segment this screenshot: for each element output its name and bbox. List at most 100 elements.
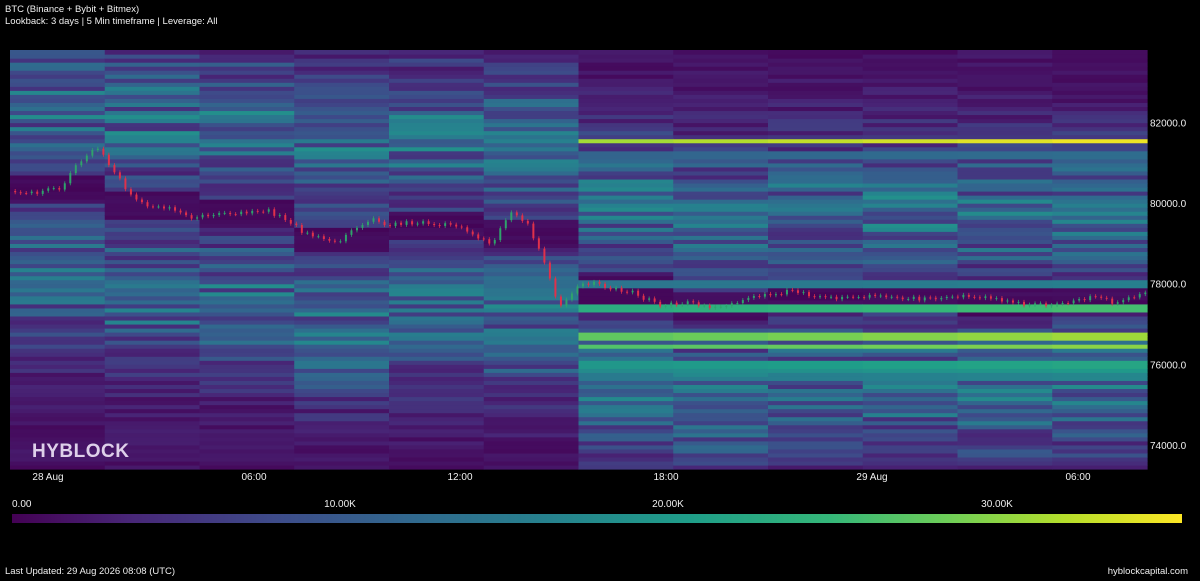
heat-cell <box>104 384 201 390</box>
heat-cell <box>862 388 959 394</box>
candle-body <box>361 224 364 228</box>
heat-cell <box>10 118 106 124</box>
heat-cell <box>294 344 390 349</box>
candle-body <box>868 294 871 298</box>
heat-cell <box>957 352 1053 357</box>
heat-cell <box>199 134 295 140</box>
heat-cell <box>199 94 295 99</box>
heat-cell <box>673 368 769 373</box>
heat-cell <box>957 295 1053 301</box>
heat-cell <box>957 348 1053 353</box>
heat-cell <box>10 428 106 434</box>
heat-cell <box>483 340 580 345</box>
heat-cell <box>957 70 1053 75</box>
candle-body <box>163 206 166 209</box>
heat-cell <box>199 259 295 265</box>
heat-cell <box>389 178 485 184</box>
heat-cell <box>578 348 674 353</box>
heat-cell <box>104 291 201 297</box>
heat-cell <box>199 464 295 470</box>
heat-cell <box>483 66 580 71</box>
heat-cell <box>294 384 390 390</box>
heat-cell <box>199 271 295 277</box>
candle-body <box>885 295 888 298</box>
heat-cell <box>483 319 580 325</box>
heat-cell <box>862 126 959 132</box>
heat-cell <box>199 247 295 253</box>
heat-cell <box>199 186 295 192</box>
heat-cell <box>104 388 201 394</box>
candle-body <box>460 226 463 228</box>
heat-cell <box>1052 82 1148 87</box>
candle-body <box>615 287 618 290</box>
heat-cell <box>957 122 1053 128</box>
liquidation-heatmap[interactable]: 74000.0 76000.0 78000.0 80000.0 82000.0 … <box>0 0 1200 500</box>
candle-body <box>333 240 336 242</box>
heat-cell <box>957 247 1053 253</box>
heat-cell <box>768 267 864 273</box>
heat-cell <box>1052 336 1148 341</box>
heat-cell <box>673 388 769 394</box>
heat-cell <box>862 356 959 361</box>
heat-cell <box>862 444 959 450</box>
heat-cell <box>10 98 106 103</box>
heat-cell <box>673 239 769 244</box>
site-link[interactable]: hyblockcapital.com <box>1108 566 1188 577</box>
candle-body <box>863 297 866 299</box>
heat-cell <box>578 283 674 289</box>
heat-cell <box>862 384 959 390</box>
heat-cell <box>578 102 674 108</box>
heat-cell <box>483 170 580 176</box>
heat-cell <box>673 110 769 116</box>
heat-cell <box>10 66 106 71</box>
heat-cell <box>294 94 390 99</box>
heat-cell <box>389 199 485 204</box>
y-tick-label: 74000.0 <box>1150 441 1187 452</box>
heat-cell <box>10 50 106 55</box>
candle-body <box>962 294 965 298</box>
candle-body <box>609 287 612 290</box>
heat-cell <box>768 311 864 317</box>
heat-cell <box>578 162 674 168</box>
heat-cell <box>957 98 1053 103</box>
heat-cell <box>578 388 674 394</box>
heat-cell <box>768 279 864 285</box>
heat-cell <box>578 219 674 224</box>
heat-cell <box>862 428 959 434</box>
candle-body <box>284 215 287 220</box>
heat-cell <box>578 384 674 390</box>
y-axis: 74000.0 76000.0 78000.0 80000.0 82000.0 <box>1150 119 1187 452</box>
candle-body <box>532 223 535 239</box>
heat-cell <box>957 235 1053 240</box>
candle-body <box>736 303 739 305</box>
heat-cell <box>104 114 201 120</box>
heat-cell <box>673 162 769 168</box>
heat-cell <box>1052 303 1148 309</box>
heat-cell <box>768 191 864 196</box>
heat-cell <box>862 110 959 116</box>
heat-cell <box>483 356 580 361</box>
heat-cell <box>862 211 959 216</box>
heat-cell <box>1052 239 1148 244</box>
candle-body <box>670 302 673 306</box>
heat-cell <box>104 327 201 333</box>
heat-cell <box>199 223 295 228</box>
heat-cell <box>483 456 580 462</box>
heat-cell <box>10 420 106 426</box>
heat-cell <box>673 154 769 160</box>
heat-cell <box>199 376 295 381</box>
heat-cell <box>768 452 864 458</box>
heat-cell <box>578 263 674 269</box>
heat-cell <box>10 126 106 132</box>
heat-cell <box>10 376 106 381</box>
heat-cell <box>673 142 769 148</box>
heat-cell <box>862 106 959 112</box>
heat-cell <box>673 126 769 132</box>
heat-cell <box>768 219 864 224</box>
candle-body <box>681 304 684 306</box>
heat-cell <box>199 396 295 402</box>
heat-cell <box>673 408 769 414</box>
candle-body <box>240 211 243 215</box>
heat-cell <box>104 102 201 108</box>
heat-cell <box>389 323 485 329</box>
